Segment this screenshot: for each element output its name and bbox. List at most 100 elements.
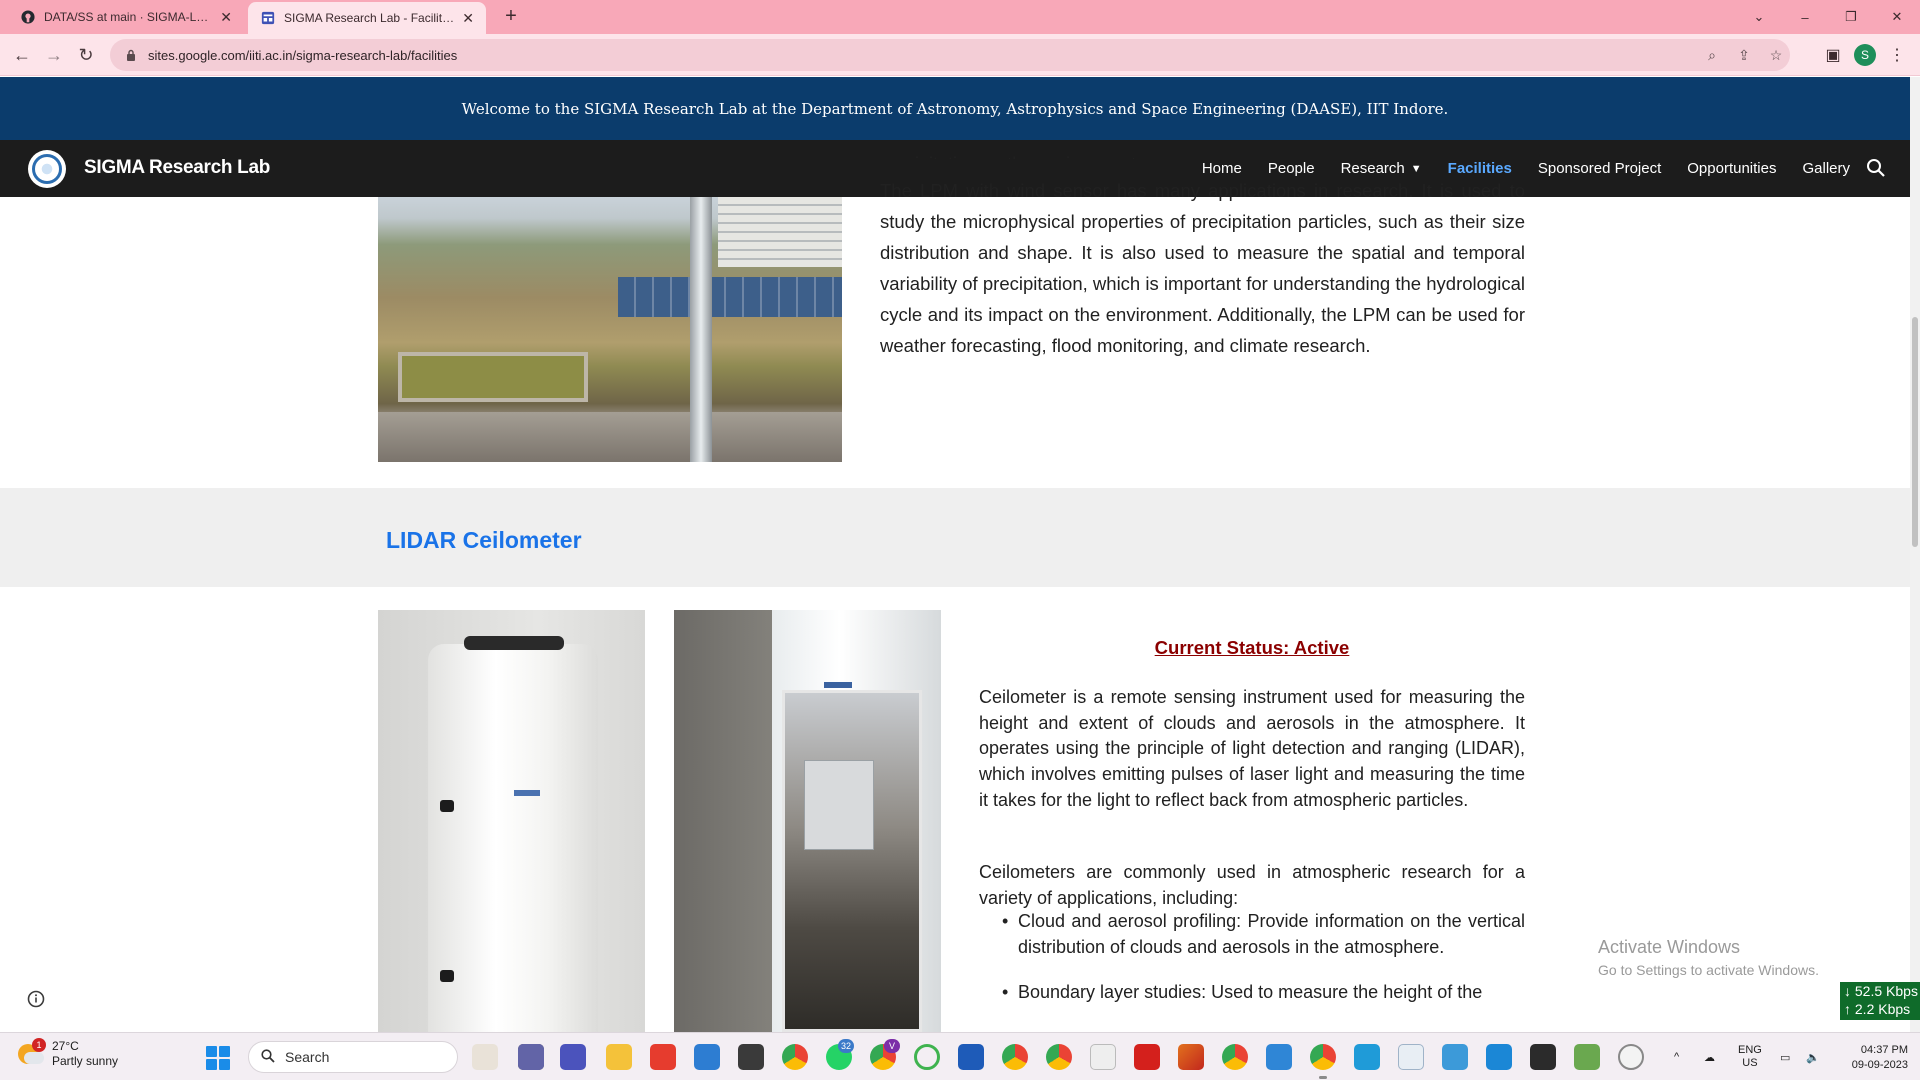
- tab-github[interactable]: DATA/SS at main · SIGMA-LAB-IIT ✕: [8, 0, 244, 34]
- chrome-other-icon[interactable]: [1046, 1044, 1072, 1070]
- onedrive-icon[interactable]: ☁: [1704, 1033, 1715, 1080]
- chrome-work-icon[interactable]: [1002, 1044, 1028, 1070]
- list-item: Cloud and aerosol profiling: Provide inf…: [1000, 909, 1525, 960]
- network-icon[interactable]: ▭: [1780, 1033, 1790, 1080]
- status-heading: Current Status: Active: [1154, 637, 1350, 658]
- lang-region: US: [1742, 1057, 1758, 1069]
- profile-avatar[interactable]: S: [1851, 41, 1879, 69]
- weather-temp: 27°C: [52, 1039, 79, 1053]
- task-manager-icon[interactable]: [1574, 1044, 1600, 1070]
- remote-desktop-icon[interactable]: [1354, 1044, 1380, 1070]
- webex-icon[interactable]: [958, 1044, 984, 1070]
- tab-title: DATA/SS at main · SIGMA-LAB-IIT: [44, 10, 215, 24]
- page-scrollbar[interactable]: [1910, 77, 1920, 1032]
- task-view-icon[interactable]: [472, 1044, 498, 1070]
- browser-menu-icon[interactable]: ⋮: [1883, 41, 1911, 69]
- tab-sigma-facilities[interactable]: SIGMA Research Lab - Facilities ✕: [248, 2, 486, 34]
- whatsapp-badge: 32: [838, 1039, 855, 1053]
- system-clock[interactable]: 04:37 PM 09-09-2023: [1852, 1043, 1908, 1073]
- page-viewport: Welcome to the SIGMA Research Lab at the…: [0, 77, 1920, 1032]
- chrome-active-icon[interactable]: [1310, 1044, 1336, 1079]
- list-item: Boundary layer studies: Used to measure …: [1000, 980, 1525, 1006]
- lang-primary: ENG: [1738, 1044, 1762, 1056]
- display-settings-icon[interactable]: [1442, 1044, 1468, 1070]
- close-icon[interactable]: ✕: [462, 10, 474, 27]
- announcement-text: Welcome to the SIGMA Research Lab at the…: [461, 99, 1449, 118]
- chrome-extra-icon[interactable]: [1222, 1044, 1248, 1070]
- show-hidden-icons[interactable]: ^: [1674, 1033, 1679, 1080]
- ceilometer-description: Ceilometer is a remote sensing instrumen…: [979, 687, 1525, 810]
- profile-initial: S: [1854, 44, 1876, 66]
- search-icon[interactable]: [1866, 158, 1888, 180]
- address-bar[interactable]: sites.google.com/iiti.ac.in/sigma-resear…: [110, 39, 1790, 71]
- language-indicator[interactable]: ENG US: [1738, 1033, 1762, 1080]
- vscode-icon[interactable]: [1266, 1044, 1292, 1070]
- bookmark-star-icon[interactable]: ☆: [1760, 39, 1792, 71]
- minimize-button[interactable]: –: [1782, 0, 1828, 34]
- reload-button[interactable]: ↻: [72, 41, 100, 69]
- terminal-app-icon[interactable]: [738, 1044, 764, 1070]
- scrollbar-thumb[interactable]: [1912, 317, 1918, 547]
- close-icon[interactable]: ✕: [220, 9, 232, 26]
- section-title-lidar: LIDAR Ceilometer: [386, 527, 582, 553]
- clock-date: 09-09-2023: [1851, 1059, 1908, 1071]
- browser-toolbar: ← → ↻ sites.google.com/iiti.ac.in/sigma-…: [0, 34, 1920, 76]
- powershell-icon[interactable]: [560, 1044, 586, 1070]
- clock-app-icon[interactable]: [1618, 1044, 1644, 1070]
- lpm-description: The LPM with wind sensor has many applic…: [880, 180, 1525, 356]
- photos-icon[interactable]: [694, 1044, 720, 1070]
- command-prompt-icon[interactable]: [1530, 1044, 1556, 1070]
- volume-icon[interactable]: 🔈: [1806, 1033, 1820, 1080]
- notepad-icon[interactable]: [1486, 1044, 1512, 1070]
- info-icon[interactable]: [25, 988, 47, 1010]
- share-icon[interactable]: ⇪: [1728, 39, 1760, 71]
- browser-tab-strip: DATA/SS at main · SIGMA-LAB-IIT ✕ SIGMA …: [0, 0, 1920, 34]
- partly-sunny-icon: 1: [16, 1038, 46, 1068]
- google-sites-icon: [260, 10, 276, 26]
- applications-list: Cloud and aerosol profiling: Provide inf…: [1000, 909, 1525, 1026]
- lpm-site-photo: [378, 197, 842, 462]
- site-title[interactable]: SIGMA Research Lab: [84, 157, 270, 179]
- nav-opportunities[interactable]: Opportunities: [1687, 160, 1776, 177]
- teams-icon[interactable]: [518, 1044, 544, 1070]
- network-speed-meter: ↓ 52.5 Kbps ↑ 2.2 Kbps: [1840, 982, 1920, 1020]
- windows-taskbar: 1 27°C Partly sunny Search 32 V ^ ☁ ENG …: [0, 1032, 1920, 1080]
- anydesk-icon[interactable]: [650, 1044, 676, 1070]
- performance-monitor-icon[interactable]: [1398, 1044, 1424, 1070]
- java-icon[interactable]: [1090, 1044, 1116, 1070]
- window-close-button[interactable]: ✕: [1874, 0, 1920, 34]
- lpm-partial-text: precipitation on the environment.: [880, 149, 1525, 159]
- github-icon: [20, 9, 36, 25]
- chrome-icon[interactable]: [782, 1044, 808, 1070]
- activate-windows-watermark: Activate Windows Go to Settings to activ…: [1598, 937, 1819, 978]
- sync-icon[interactable]: [914, 1044, 940, 1070]
- site-logo[interactable]: [28, 150, 66, 188]
- acrobat-icon[interactable]: [1134, 1044, 1160, 1070]
- forward-button[interactable]: →: [40, 41, 68, 69]
- weather-badge: 1: [32, 1038, 46, 1052]
- tab-search-chevron-icon[interactable]: ⌄: [1736, 0, 1782, 34]
- restore-button[interactable]: ❐: [1828, 0, 1874, 34]
- back-button[interactable]: ←: [8, 41, 36, 69]
- section-band: [0, 488, 1910, 587]
- ceilometer-applications-intro: Ceilometers are commonly used in atmosph…: [979, 862, 1525, 908]
- nav-sponsored-project[interactable]: Sponsored Project: [1538, 160, 1661, 177]
- file-explorer-icon[interactable]: [606, 1044, 632, 1070]
- zoom-search-icon[interactable]: ⌕: [1696, 39, 1728, 71]
- search-icon: [261, 1048, 275, 1066]
- activate-subtitle: Go to Settings to activate Windows.: [1598, 962, 1819, 978]
- matlab-icon[interactable]: [1178, 1044, 1204, 1070]
- clock-time: 04:37 PM: [1860, 1044, 1908, 1056]
- nav-gallery[interactable]: Gallery: [1802, 160, 1850, 177]
- ceilometer-closed-photo: [378, 610, 645, 1032]
- lock-icon[interactable]: [124, 48, 138, 62]
- start-button[interactable]: [206, 1046, 230, 1070]
- announcement-banner: Welcome to the SIGMA Research Lab at the…: [0, 77, 1910, 140]
- weather-widget[interactable]: 1 27°C Partly sunny: [16, 1038, 119, 1069]
- chevron-down-icon: ▼: [1410, 162, 1422, 175]
- taskbar-search[interactable]: Search: [248, 1041, 458, 1073]
- new-tab-button[interactable]: +: [498, 4, 524, 30]
- side-panel-icon[interactable]: ▣: [1819, 41, 1847, 69]
- weather-desc: Partly sunny: [52, 1054, 119, 1068]
- net-up-speed: ↑ 2.2 Kbps: [1844, 1001, 1911, 1017]
